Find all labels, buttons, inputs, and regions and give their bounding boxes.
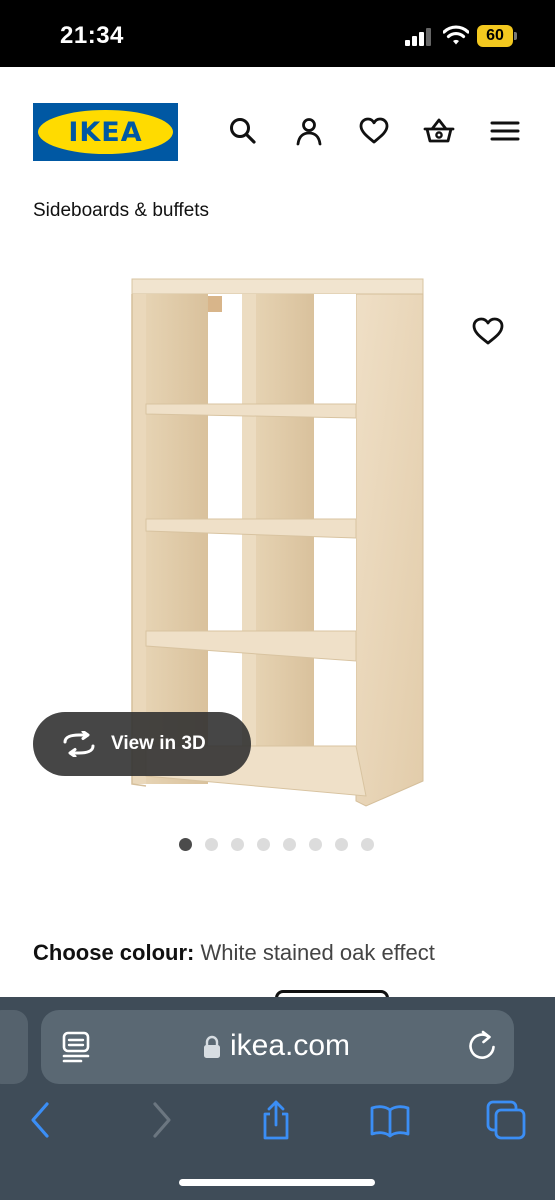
ikea-logo[interactable]: IKEA — [33, 103, 178, 161]
save-to-favourites-icon[interactable] — [471, 315, 505, 347]
tabs-icon[interactable] — [486, 1100, 526, 1140]
wifi-icon — [443, 25, 469, 45]
previous-tab[interactable] — [0, 1010, 28, 1084]
back-icon[interactable] — [21, 1100, 61, 1140]
share-icon[interactable] — [256, 1100, 296, 1140]
carousel-dot[interactable] — [257, 838, 270, 851]
url-text: ikea.com — [230, 1029, 351, 1062]
bookmarks-icon[interactable] — [370, 1100, 410, 1140]
carousel-dot[interactable] — [309, 838, 322, 851]
choose-colour-label: Choose colour: — [33, 940, 195, 965]
search-icon[interactable] — [227, 115, 259, 147]
view-in-3d-label: View in 3D — [111, 733, 206, 754]
lock-icon — [204, 1035, 220, 1058]
carousel-dot[interactable] — [361, 838, 374, 851]
view-in-3d-button[interactable]: View in 3D — [33, 712, 251, 776]
colour-value: White stained oak effect — [200, 940, 435, 965]
carousel-dot[interactable] — [205, 838, 218, 851]
signal-icon — [405, 28, 431, 46]
image-carousel-dots[interactable] — [179, 838, 374, 852]
logo-text: IKEA — [68, 117, 143, 148]
forward-icon[interactable] — [141, 1100, 181, 1140]
carousel-dot[interactable] — [335, 838, 348, 851]
menu-icon[interactable] — [489, 115, 521, 147]
breadcrumb[interactable]: Sideboards & buffets — [33, 200, 209, 222]
account-icon[interactable] — [293, 115, 325, 147]
carousel-dot[interactable] — [231, 838, 244, 851]
reader-mode-icon[interactable] — [61, 1030, 91, 1064]
rotate-3d-icon — [63, 731, 95, 757]
carousel-dot[interactable] — [283, 838, 296, 851]
colour-selector-heading: Choose colour: White stained oak effect — [33, 940, 435, 966]
basket-icon[interactable] — [423, 115, 455, 147]
status-time: 21:34 — [60, 22, 124, 49]
home-indicator[interactable] — [179, 1179, 375, 1186]
status-bar: 21:34 60 — [0, 0, 555, 67]
browser-toolbar: ikea.com — [0, 997, 555, 1200]
favourites-icon[interactable] — [358, 115, 390, 147]
battery-level: 60 — [477, 25, 513, 47]
battery-icon: 60 — [477, 25, 517, 47]
address-bar[interactable]: ikea.com — [41, 1010, 514, 1084]
reload-icon[interactable] — [466, 1029, 498, 1063]
carousel-dot[interactable] — [179, 838, 192, 851]
